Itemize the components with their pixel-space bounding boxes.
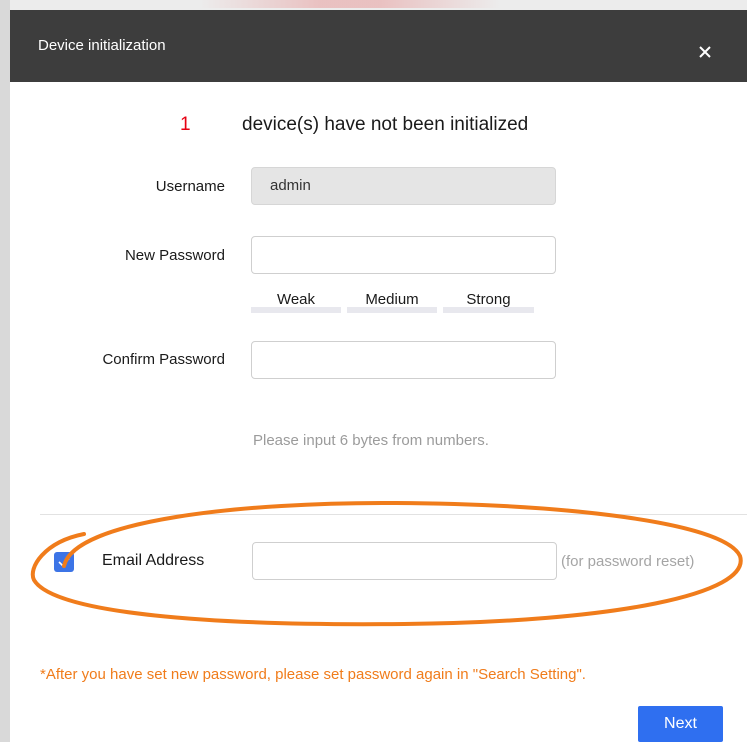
background-strip xyxy=(0,0,747,10)
device-initialization-dialog: Device initialization 1 device(s) have n… xyxy=(10,10,747,742)
confirm-password-field[interactable] xyxy=(251,341,556,379)
username-label: Username xyxy=(155,178,225,195)
strength-strong: Strong xyxy=(443,292,534,313)
close-icon xyxy=(699,46,711,58)
status-message: device(s) have not been initialized xyxy=(242,114,529,135)
username-field: admin xyxy=(251,167,556,205)
dialog-title-bar: Device initialization xyxy=(10,10,747,82)
screen: Device initialization 1 device(s) have n… xyxy=(0,0,747,742)
strength-weak: Weak xyxy=(251,292,341,313)
strength-medium: Medium xyxy=(347,292,437,313)
background-banner xyxy=(200,0,500,8)
annotation-ellipse xyxy=(30,500,743,627)
password-strength-meter: Weak Medium Strong xyxy=(251,292,534,313)
password-hint: Please input 6 bytes from numbers. xyxy=(253,432,489,449)
new-password-label: New Password xyxy=(124,247,225,264)
dialog-title: Device initialization xyxy=(38,37,166,54)
new-password-field[interactable] xyxy=(251,236,556,274)
next-button[interactable]: Next xyxy=(638,706,723,742)
confirm-password-label: Confirm Password xyxy=(102,351,225,368)
uninitialized-count: 1 xyxy=(180,114,191,135)
background-edge xyxy=(0,0,10,742)
password-warning: *After you have set new password, please… xyxy=(40,666,586,683)
close-button[interactable] xyxy=(690,36,720,66)
